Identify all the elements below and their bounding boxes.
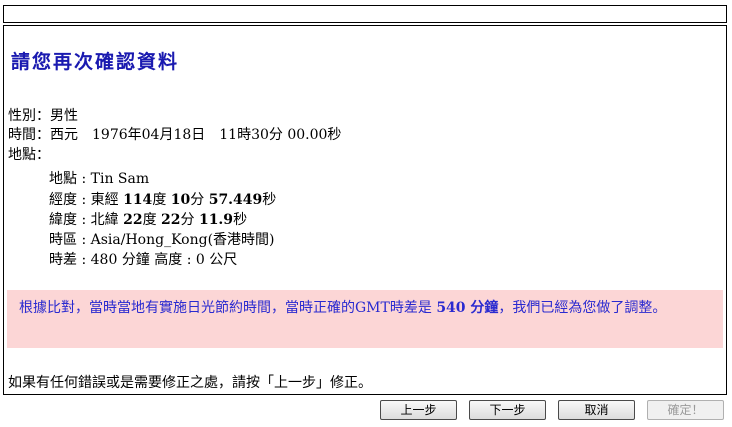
content-frame: 請您再次確認資料 性別：男性 時間：西元 1976年04月18日 11時30分 … — [3, 25, 727, 395]
timezone-row: 時區 : Asia/Hong_Kong(香港時間) — [49, 232, 275, 248]
notice-text-after: ，我們已經為您做了調整。 — [498, 300, 667, 316]
footer-instructions: 如果有任何錯誤或是需要修正之處，請按「上一步」修正。 — [8, 375, 372, 391]
dst-notice: 根據比對，當時當地有實施日光節約時間，當時正確的GMT時差是 540 分鐘，我們… — [7, 290, 723, 348]
longitude-label: 經度 — [49, 192, 77, 208]
gender-line: 性別：男性 — [8, 108, 78, 124]
confirm-button: 確定！ — [647, 400, 724, 420]
longitude-minutes: 10 — [170, 192, 191, 208]
latitude-row: 緯度 : 北緯 22度 22分 11.9秒 — [49, 212, 248, 228]
notice-gmt-offset: 540 分鐘 — [436, 300, 499, 316]
timezone-value: Asia/Hong_Kong(香港時間) — [90, 232, 275, 248]
offset-unit: 分鐘 — [121, 252, 150, 268]
latitude-direction: 北緯 — [90, 212, 119, 228]
prev-button[interactable]: 上一步 — [380, 400, 457, 420]
place-value: Tin Sam — [90, 171, 150, 187]
timezone-label: 時區 — [49, 232, 77, 248]
place-label: 地點 — [49, 171, 77, 187]
top-bar — [3, 5, 727, 23]
longitude-seconds: 57.449 — [208, 192, 263, 208]
latitude-degrees: 22 — [123, 212, 143, 228]
altitude-value: 0 — [195, 252, 205, 268]
place-label: 地點： — [8, 147, 50, 163]
latitude-minutes: 22 — [161, 212, 181, 228]
altitude-label: 高度 — [154, 252, 183, 268]
place-row: 地點 : Tin Sam — [49, 171, 150, 187]
offset-value: 480 — [90, 252, 118, 268]
offset-row: 時差 : 480 分鐘 高度 : 0 公尺 — [49, 252, 238, 268]
cancel-button[interactable]: 取消 — [558, 400, 635, 420]
altitude-unit: 公尺 — [209, 252, 238, 268]
time-line: 時間：西元 1976年04月18日 11時30分 00.00秒 — [8, 127, 342, 143]
longitude-row: 經度 : 東經 114度 10分 57.449秒 — [49, 192, 277, 208]
minute-unit: 分 — [190, 192, 205, 208]
minute-unit: 分 — [180, 212, 195, 228]
longitude-degrees: 114 — [123, 192, 153, 208]
second-unit: 秒 — [233, 212, 248, 228]
degree-unit: 度 — [142, 212, 157, 228]
notice-text-before: 根據比對，當時當地有實施日光節約時間，當時正確的GMT時差是 — [19, 300, 432, 316]
page-title: 請您再次確認資料 — [11, 51, 180, 73]
second-unit: 秒 — [262, 192, 277, 208]
next-button[interactable]: 下一步 — [469, 400, 546, 420]
degree-unit: 度 — [152, 192, 167, 208]
latitude-label: 緯度 — [49, 212, 77, 228]
longitude-direction: 東經 — [90, 192, 119, 208]
latitude-seconds: 11.9 — [198, 212, 234, 228]
offset-label: 時差 — [49, 252, 77, 268]
